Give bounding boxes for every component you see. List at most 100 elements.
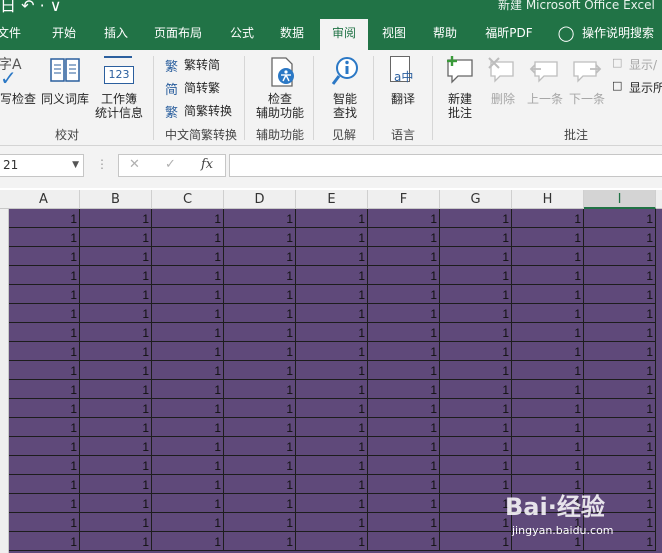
cell[interactable]: 1 <box>8 380 80 399</box>
cell[interactable]: 1 <box>152 532 224 551</box>
tab-insert[interactable]: 插入 <box>96 19 136 50</box>
cell[interactable]: 1 <box>80 399 152 418</box>
new-comment-label-2[interactable]: 批注 <box>448 104 472 121</box>
column-header-f[interactable]: F <box>368 190 440 209</box>
cell[interactable]: 1 <box>8 247 80 266</box>
show-hide-comment-button[interactable]: 显示/ <box>629 56 657 73</box>
cell[interactable]: 1 <box>224 361 296 380</box>
cell[interactable]: 1 <box>512 285 584 304</box>
trad-to-simp-button[interactable]: 繁转简 <box>184 56 220 73</box>
quick-access-toolbar[interactable]: 日 ↶ · ∨ <box>0 0 61 16</box>
column-header-c[interactable]: C <box>152 190 224 209</box>
cell[interactable]: 1 <box>584 399 656 418</box>
cell[interactable]: 1 <box>368 494 440 513</box>
cell[interactable]: 1 <box>80 209 152 228</box>
new-comment-button[interactable] <box>444 54 476 84</box>
cell[interactable]: 1 <box>584 304 656 323</box>
cell[interactable]: 1 <box>224 247 296 266</box>
cell[interactable]: 1 <box>584 285 656 304</box>
cell[interactable]: 1 <box>152 323 224 342</box>
workbook-stats-button[interactable]: 123 <box>104 56 134 84</box>
cell[interactable]: 1 <box>368 228 440 247</box>
cell[interactable]: 1 <box>152 266 224 285</box>
cell[interactable]: 1 <box>440 532 512 551</box>
smart-lookup-button[interactable] <box>330 56 360 88</box>
cell[interactable]: 1 <box>296 247 368 266</box>
cell[interactable]: 1 <box>584 247 656 266</box>
cell[interactable]: 1 <box>512 456 584 475</box>
thesaurus-button[interactable] <box>49 56 81 84</box>
cell[interactable]: 1 <box>368 532 440 551</box>
cell[interactable]: 1 <box>368 437 440 456</box>
cell[interactable]: 1 <box>296 304 368 323</box>
cell[interactable]: 1 <box>512 399 584 418</box>
cell[interactable]: 1 <box>584 361 656 380</box>
spelling-label[interactable]: 写检查 <box>0 90 36 107</box>
cell[interactable]: 1 <box>224 456 296 475</box>
cell[interactable]: 1 <box>224 532 296 551</box>
cell[interactable]: 1 <box>368 323 440 342</box>
cell[interactable]: 1 <box>584 323 656 342</box>
cell[interactable]: 1 <box>440 399 512 418</box>
cell[interactable]: 1 <box>152 209 224 228</box>
delete-comment-button[interactable] <box>487 56 517 84</box>
cell[interactable]: 1 <box>512 437 584 456</box>
cell[interactable]: 1 <box>368 418 440 437</box>
cell[interactable]: 1 <box>296 456 368 475</box>
previous-comment-button[interactable] <box>529 56 559 84</box>
cell[interactable]: 1 <box>440 418 512 437</box>
cell[interactable]: 1 <box>80 285 152 304</box>
cell[interactable]: 1 <box>440 380 512 399</box>
previous-comment-label[interactable]: 上一条 <box>527 90 563 107</box>
name-box[interactable]: 21 ▼ <box>0 154 84 177</box>
cell[interactable]: 1 <box>8 209 80 228</box>
tab-view[interactable]: 视图 <box>374 19 414 50</box>
cell[interactable]: 1 <box>368 456 440 475</box>
cell[interactable]: 1 <box>152 437 224 456</box>
cell[interactable]: 1 <box>296 380 368 399</box>
cell[interactable]: 1 <box>8 266 80 285</box>
enter-icon[interactable]: ✓ <box>165 157 176 172</box>
cell[interactable]: 1 <box>512 361 584 380</box>
cell[interactable]: 1 <box>368 266 440 285</box>
cell[interactable]: 1 <box>80 304 152 323</box>
cell[interactable]: 1 <box>224 380 296 399</box>
cell[interactable]: 1 <box>8 456 80 475</box>
cell[interactable]: 1 <box>224 285 296 304</box>
cell[interactable]: 1 <box>224 399 296 418</box>
cell[interactable]: 1 <box>152 494 224 513</box>
cell[interactable]: 1 <box>8 361 80 380</box>
cell[interactable]: 1 <box>80 532 152 551</box>
cell[interactable]: 1 <box>512 228 584 247</box>
cell[interactable]: 1 <box>296 399 368 418</box>
cell[interactable]: 1 <box>296 209 368 228</box>
tab-page-layout[interactable]: 页面布局 <box>148 19 208 50</box>
cell[interactable]: 1 <box>80 228 152 247</box>
cell[interactable]: 1 <box>368 475 440 494</box>
tab-help[interactable]: 帮助 <box>425 19 465 50</box>
column-header-b[interactable]: B <box>80 190 152 209</box>
cell[interactable]: 1 <box>8 399 80 418</box>
cell[interactable]: 1 <box>584 380 656 399</box>
cell[interactable]: 1 <box>296 285 368 304</box>
cell[interactable]: 1 <box>584 228 656 247</box>
cell[interactable]: 1 <box>440 456 512 475</box>
column-header-i[interactable]: I <box>584 190 656 209</box>
cell[interactable]: 1 <box>584 418 656 437</box>
cell[interactable]: 1 <box>584 437 656 456</box>
cell[interactable]: 1 <box>224 418 296 437</box>
row-header-strip[interactable] <box>0 209 9 553</box>
cell[interactable]: 1 <box>440 304 512 323</box>
cell[interactable]: 1 <box>152 456 224 475</box>
cell[interactable]: 1 <box>8 342 80 361</box>
workbook-stats-label-2[interactable]: 统计信息 <box>95 104 143 121</box>
tab-formulas[interactable]: 公式 <box>222 19 262 50</box>
show-all-comments-button[interactable]: 显示所 <box>629 79 662 96</box>
cell[interactable]: 1 <box>368 285 440 304</box>
cell[interactable]: 1 <box>584 342 656 361</box>
cell[interactable]: 1 <box>152 513 224 532</box>
cell[interactable]: 1 <box>584 456 656 475</box>
cell[interactable]: 1 <box>80 266 152 285</box>
chevron-down-icon[interactable]: ▼ <box>72 155 79 176</box>
cell[interactable]: 1 <box>296 532 368 551</box>
